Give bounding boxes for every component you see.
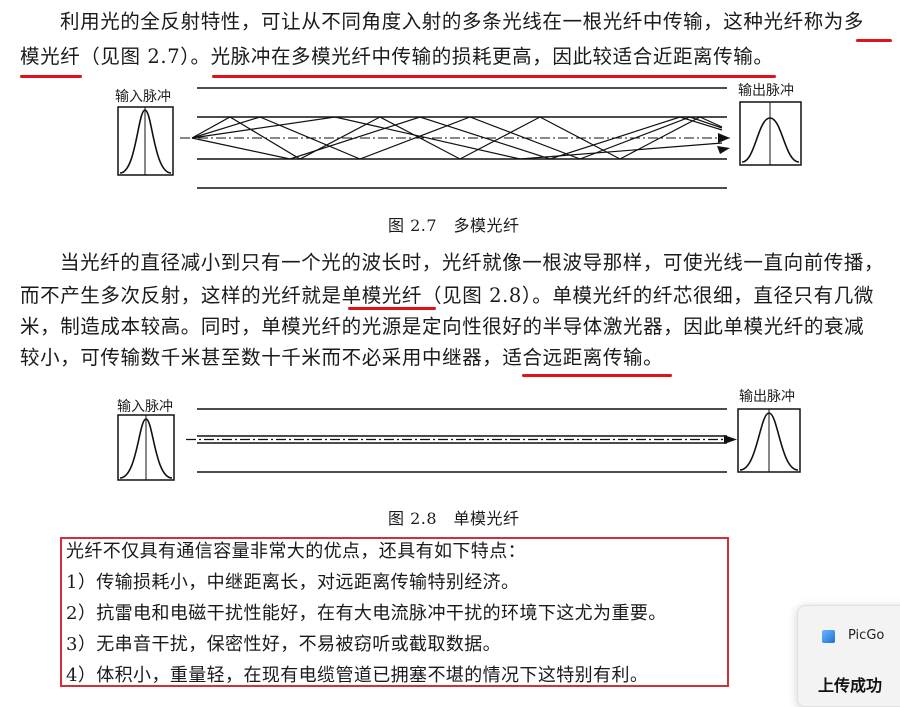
feature-item: 2）抗雷电和电磁干扰性能好，在有大电流脉冲干扰的环境下这尤为重要。 xyxy=(66,603,667,624)
picgo-icon xyxy=(822,630,835,643)
feature-item: 1）传输损耗小，中继距离长，对远距离传输特别经济。 xyxy=(66,572,520,593)
feature-item: 4）体积小，重量轻，在现有电缆管道已拥塞不堪的情况下这特别有利。 xyxy=(66,665,649,686)
ray-arrowhead xyxy=(718,133,730,143)
feature-item: 3）无串音干扰，保密性好，不易被窃听或截取数据。 xyxy=(66,634,502,655)
multimode-fiber-diagram: 输入脉冲 输出脉冲 xyxy=(115,83,802,189)
annotation-underline xyxy=(522,374,672,377)
ray-arrowhead xyxy=(717,146,730,154)
paragraph1-line2: 模光纤（见图 2.7）。光脉冲在多模光纤中传输的损耗更高，因此较适合近距离传输。 xyxy=(20,45,774,68)
paragraph2-line2: 而不产生多次反射，这样的光纤就是单模光纤（见图 2.8）。单模光纤的纤芯很细，直… xyxy=(20,284,874,307)
paragraph2-line3: 米，制造成本较高。同时，单模光纤的光源是定向性很好的半导体激光器，因此单模光纤的… xyxy=(20,315,865,338)
output-pulse-label: 输出脉冲 xyxy=(739,389,795,405)
singlemode-fiber-diagram: 输入脉冲 输出脉冲 xyxy=(117,389,801,481)
input-pulse-label: 输入脉冲 xyxy=(117,399,173,415)
annotation-underline xyxy=(856,39,892,42)
notification-message: 上传成功 xyxy=(818,676,883,695)
annotation-underline xyxy=(348,307,436,310)
input-pulse-label: 输入脉冲 xyxy=(115,89,171,105)
notification-app-name: PicGo xyxy=(848,628,885,643)
upload-notification[interactable]: PicGo 上传成功 xyxy=(797,605,900,707)
features-intro: 光纤不仅具有通信容量非常大的优点，还具有如下特点： xyxy=(66,541,526,562)
paragraph2-line4: 较小，可传输数千米甚至数十千米而不必采用中继器，适合远距离传输。 xyxy=(20,346,664,369)
ray-arrowhead xyxy=(724,435,737,444)
paragraph2-line1: 当光纤的直径减小到只有一个光的波长时，光纤就像一根波导那样，可使光线一直向前传播… xyxy=(60,251,885,274)
figure2-caption: 图 2.8 单模光纤 xyxy=(388,509,520,528)
figure1-caption: 图 2.7 多模光纤 xyxy=(388,216,520,235)
output-pulse-label: 输出脉冲 xyxy=(738,83,794,99)
paragraph1-line1: 利用光的全反射特性，可让从不同角度入射的多条光线在一根光纤中传输，这种光纤称为多 xyxy=(60,10,865,33)
